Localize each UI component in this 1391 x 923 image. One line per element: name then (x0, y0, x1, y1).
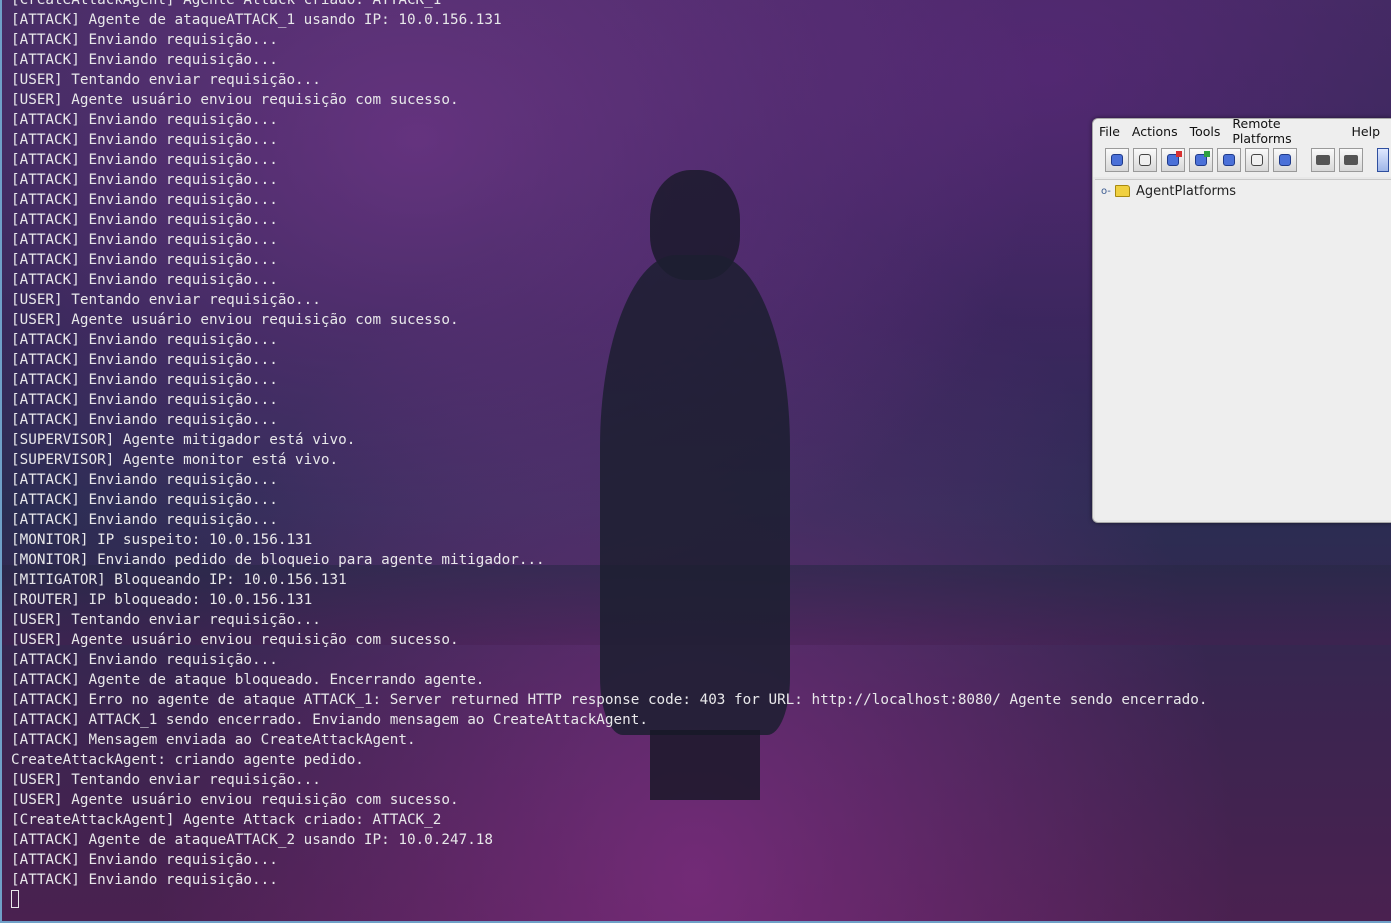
terminal-line: [MITIGATOR] Bloqueando IP: 10.0.156.131 (11, 572, 347, 588)
terminal-line: [USER] Agente usuário enviou requisição … (11, 92, 459, 108)
send-message-icon[interactable] (1217, 148, 1241, 172)
tree-node-label: AgentPlatforms (1136, 183, 1237, 199)
terminal-line: [MONITOR] Enviando pedido de bloqueio pa… (11, 552, 545, 568)
terminal-line: [ATTACK] Enviando requisição... (11, 52, 278, 68)
load-container-icon[interactable] (1339, 148, 1363, 172)
terminal-line: [ATTACK] ATTACK_1 sendo encerrado. Envia… (11, 712, 648, 728)
folder-icon (1115, 185, 1130, 197)
migrate-agent-icon[interactable] (1245, 148, 1269, 172)
clone-agent-icon[interactable] (1273, 148, 1297, 172)
toolbar (1093, 143, 1391, 177)
terminal-line: [ATTACK] Agente de ataqueATTACK_2 usando… (11, 832, 494, 848)
terminal-line: [USER] Tentando enviar requisição... (11, 612, 321, 628)
terminal-line: [ATTACK] Mensagem enviada ao CreateAttac… (11, 732, 416, 748)
suspend-agent-icon[interactable] (1161, 148, 1185, 172)
terminal-line: [USER] Tentando enviar requisição... (11, 72, 321, 88)
terminal-line: [USER] Tentando enviar requisição... (11, 772, 321, 788)
terminal-line: [USER] Agente usuário enviou requisição … (11, 792, 459, 808)
resume-agent-icon[interactable] (1189, 148, 1213, 172)
menu-actions[interactable]: Actions (1132, 124, 1184, 139)
menu-remote-platforms[interactable]: Remote Platforms (1232, 119, 1345, 146)
save-container-icon[interactable] (1311, 148, 1335, 172)
sniffer-icon[interactable] (1377, 148, 1389, 172)
tree-node-agentplatforms[interactable]: o- AgentPlatforms (1095, 181, 1391, 201)
jade-rma-window[interactable]: File Actions Tools Remote Platforms Help… (1092, 118, 1391, 523)
terminal-line: [CreateAttackAgent] Agente Attack criado… (11, 0, 442, 8)
menu-tools[interactable]: Tools (1190, 124, 1227, 139)
terminal-line: CreateAttackAgent: criando agente pedido… (11, 752, 364, 768)
menu-file[interactable]: File (1099, 124, 1126, 139)
terminal-line: [ROUTER] IP bloqueado: 10.0.156.131 (11, 592, 313, 608)
menu-bar: File Actions Tools Remote Platforms Help (1093, 119, 1391, 146)
start-agent-icon[interactable] (1105, 148, 1129, 172)
terminal-line: [ATTACK] Agente de ataque bloqueado. Enc… (11, 672, 485, 688)
tree-expand-icon[interactable]: o- (1101, 186, 1115, 197)
terminal-line: [ATTACK] Erro no agente de ataque ATTACK… (11, 692, 1208, 708)
terminal-line: [ATTACK] Agente de ataqueATTACK_1 usando… (11, 12, 502, 28)
terminal-line: [ATTACK] Enviando requisição... (11, 872, 278, 888)
terminal-line: [ATTACK] Enviando requisição... (11, 32, 278, 48)
terminal-line: [ATTACK] Enviando requisição... (11, 852, 278, 868)
kill-agent-icon[interactable] (1133, 148, 1157, 172)
terminal-line: [ATTACK] Enviando requisição... (11, 652, 278, 668)
terminal-line: [MONITOR] IP suspeito: 10.0.156.131 (11, 532, 313, 548)
terminal-prompt-line[interactable] (11, 890, 1391, 910)
terminal-line: [CreateAttackAgent] Agente Attack criado… (11, 812, 442, 828)
agent-tree[interactable]: o- AgentPlatforms (1095, 179, 1391, 520)
terminal-line: [USER] Agente usuário enviou requisição … (11, 632, 459, 648)
menu-help[interactable]: Help (1352, 124, 1387, 139)
terminal-cursor (11, 890, 19, 908)
